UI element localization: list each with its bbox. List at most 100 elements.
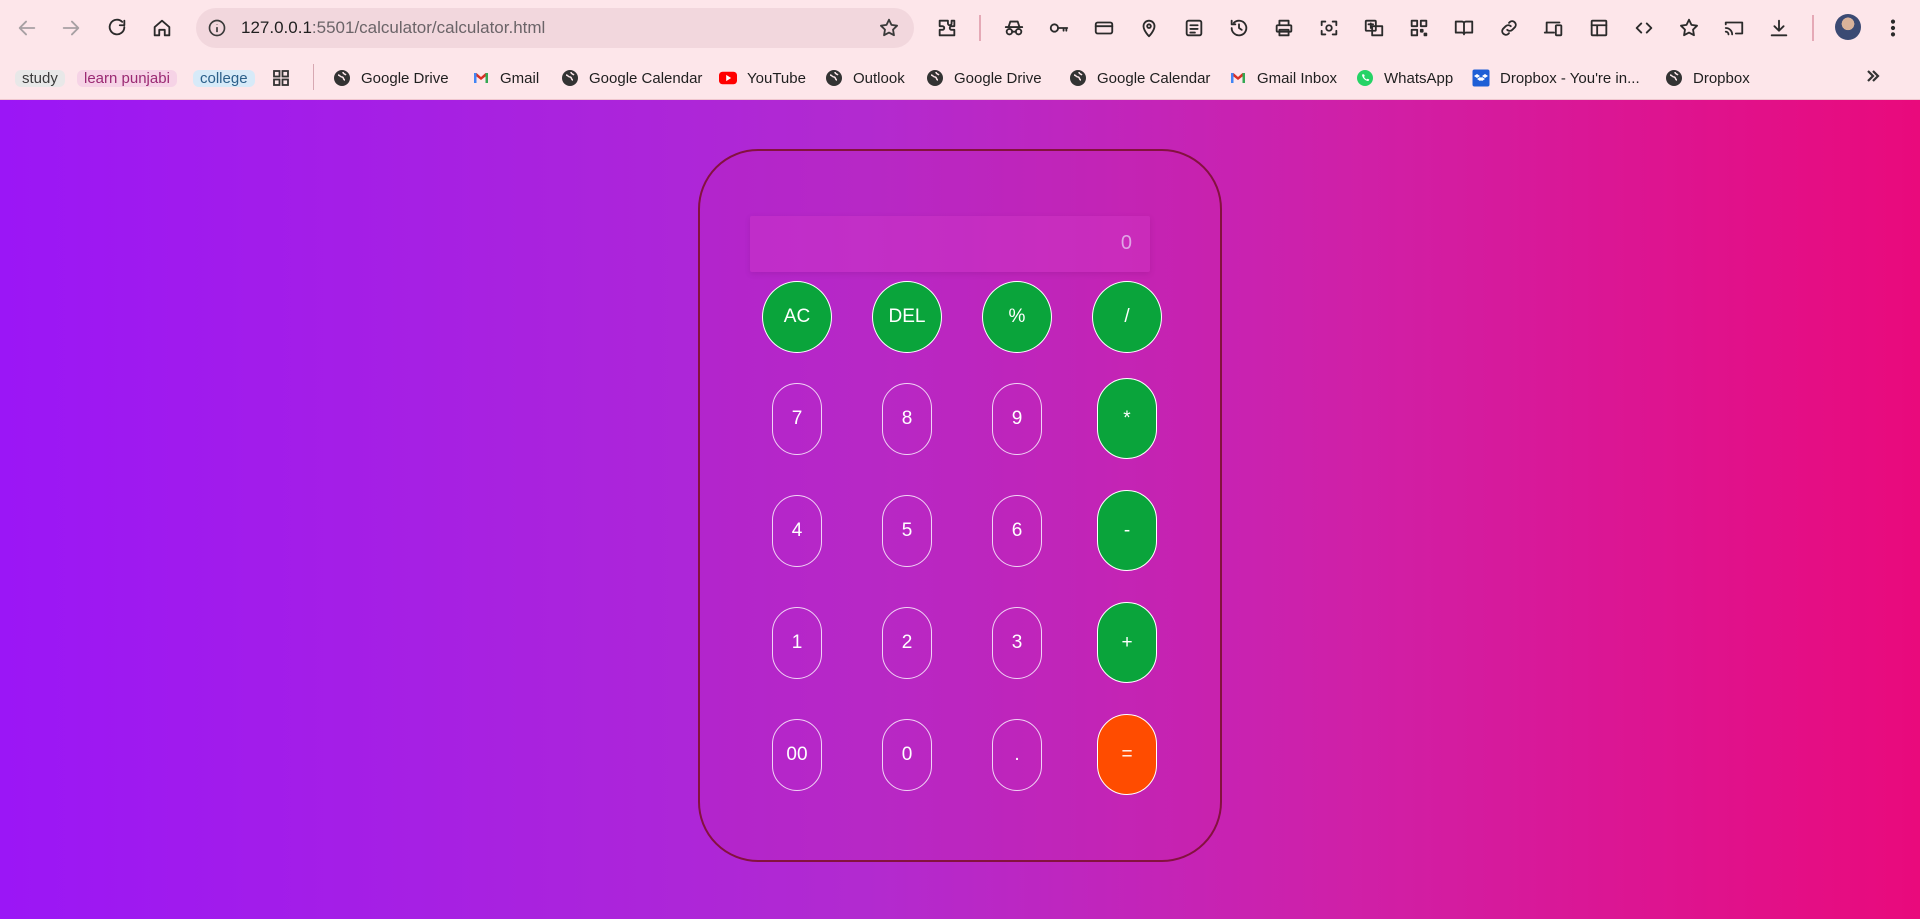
- dropbox-icon: [1472, 69, 1490, 87]
- globe-icon: [926, 69, 944, 87]
- bookmark-gmail[interactable]: Gmail: [472, 64, 539, 92]
- globe-icon: [1069, 69, 1087, 87]
- digit-2-button[interactable]: 2: [882, 607, 932, 679]
- bookmark-label: Gmail: [500, 69, 540, 87]
- display-value: 0: [1120, 232, 1132, 254]
- toolbar-separator: [1812, 15, 1814, 41]
- bookmark-label: Google Drive: [361, 69, 449, 87]
- gmail-icon: [1229, 69, 1247, 87]
- globe-icon: [561, 69, 579, 87]
- digit-0-button[interactable]: 0: [882, 719, 932, 791]
- bookmark-label: study: [15, 69, 65, 87]
- reload-icon[interactable]: [101, 12, 133, 44]
- bookmark-gmail-inbox[interactable]: Gmail Inbox: [1229, 64, 1337, 92]
- cast-icon[interactable]: [1718, 12, 1750, 44]
- lens-icon[interactable]: [1313, 12, 1345, 44]
- bookmark-college[interactable]: college: [193, 64, 255, 92]
- site-info-icon[interactable]: [206, 17, 228, 39]
- digit-1-button[interactable]: 1: [772, 607, 822, 679]
- bookmark-learn-punjabi[interactable]: learn punjabi: [77, 64, 177, 92]
- gmail-icon: [472, 69, 490, 87]
- bookmark-label: Outlook: [853, 69, 905, 87]
- digit-6-button[interactable]: 6: [992, 495, 1042, 567]
- bookmark-google-calendar[interactable]: Google Calendar: [561, 64, 702, 92]
- bookmark-dropbox[interactable]: Dropbox: [1665, 64, 1750, 92]
- bookmarks-separator: [313, 64, 314, 90]
- bookmark-label: YouTube: [747, 69, 806, 87]
- globe-icon: [825, 69, 843, 87]
- print-icon[interactable]: [1268, 12, 1300, 44]
- decimal-point-button[interactable]: .: [992, 719, 1042, 791]
- devices-icon[interactable]: [1538, 12, 1570, 44]
- bookmark-label: Dropbox - You're in...: [1500, 69, 1640, 87]
- digit-3-button[interactable]: 3: [992, 607, 1042, 679]
- bookmark-google-drive-2[interactable]: Google Drive: [926, 64, 1042, 92]
- url-text: 127.0.0.1:5501/calculator/calculator.htm…: [241, 18, 545, 38]
- url-path: :5501/calculator/calculator.html: [311, 18, 546, 37]
- calculator-display: 0: [750, 216, 1150, 272]
- digit-4-button[interactable]: 4: [772, 495, 822, 567]
- bookmarks-star-icon[interactable]: [1673, 12, 1705, 44]
- extensions-icon[interactable]: [931, 12, 963, 44]
- url-host: 127.0.0.1: [241, 18, 312, 37]
- side-panel-icon[interactable]: [1583, 12, 1615, 44]
- digit-5-button[interactable]: 5: [882, 495, 932, 567]
- forward-icon[interactable]: [55, 12, 87, 44]
- browser-toolbar: 127.0.0.1:5501/calculator/calculator.htm…: [0, 0, 1920, 56]
- reader-mode-icon[interactable]: [1448, 12, 1480, 44]
- location-pin-icon[interactable]: [1133, 12, 1165, 44]
- translate-icon[interactable]: [1358, 12, 1390, 44]
- minus-button[interactable]: -: [1097, 490, 1157, 571]
- digit-9-button[interactable]: 9: [992, 383, 1042, 455]
- plus-button[interactable]: +: [1097, 602, 1157, 683]
- bookmark-google-drive[interactable]: Google Drive: [333, 64, 449, 92]
- whatsapp-icon: [1356, 69, 1374, 87]
- bookmark-whatsapp[interactable]: WhatsApp: [1356, 64, 1453, 92]
- digit-8-button[interactable]: 8: [882, 383, 932, 455]
- all-clear-button[interactable]: AC: [762, 281, 832, 353]
- bookmark-label: Google Calendar: [589, 69, 703, 87]
- address-bar[interactable]: 127.0.0.1:5501/calculator/calculator.htm…: [196, 8, 914, 48]
- digit-7-button[interactable]: 7: [772, 383, 822, 455]
- bookmark-label: Dropbox: [1693, 69, 1750, 87]
- page-viewport: 0 AC DEL % / 7 8 9 * 4 5 6 - 1 2 3 + 00 …: [0, 100, 1920, 919]
- double-zero-button[interactable]: 00: [772, 719, 822, 791]
- back-icon[interactable]: [11, 12, 43, 44]
- profile-avatar[interactable]: [1835, 14, 1861, 40]
- download-icon[interactable]: [1763, 12, 1795, 44]
- apps-grid-icon[interactable]: [272, 64, 300, 92]
- bookmark-star-icon[interactable]: [878, 17, 900, 39]
- globe-icon: [333, 69, 351, 87]
- key-icon[interactable]: [1043, 12, 1075, 44]
- bookmark-label: Gmail Inbox: [1257, 69, 1338, 87]
- multiply-button[interactable]: *: [1097, 378, 1157, 459]
- history-icon[interactable]: [1223, 12, 1255, 44]
- equals-button[interactable]: =: [1097, 714, 1157, 795]
- more-bookmarks-chevron-icon[interactable]: [1862, 63, 1884, 89]
- bookmark-dropbox-youre-in[interactable]: Dropbox - You're in...: [1472, 64, 1640, 92]
- menu-icon[interactable]: [1877, 12, 1909, 44]
- code-icon[interactable]: [1628, 12, 1660, 44]
- reading-list-icon[interactable]: [1178, 12, 1210, 44]
- toolbar-separator: [979, 15, 981, 41]
- bookmark-label: WhatsApp: [1384, 69, 1454, 87]
- delete-button[interactable]: DEL: [872, 281, 942, 353]
- calculator: 0 AC DEL % / 7 8 9 * 4 5 6 - 1 2 3 + 00 …: [698, 149, 1222, 862]
- globe-icon: [1665, 69, 1683, 87]
- youtube-icon: [719, 69, 737, 87]
- percent-button[interactable]: %: [982, 281, 1052, 353]
- bookmark-youtube[interactable]: YouTube: [719, 64, 806, 92]
- link-icon[interactable]: [1493, 12, 1525, 44]
- bookmark-label: college: [193, 69, 255, 87]
- card-icon[interactable]: [1088, 12, 1120, 44]
- bookmark-label: Google Drive: [954, 69, 1042, 87]
- incognito-icon[interactable]: [998, 12, 1030, 44]
- bookmark-study[interactable]: study: [15, 64, 65, 92]
- home-icon[interactable]: [146, 12, 178, 44]
- bookmark-google-calendar-2[interactable]: Google Calendar: [1069, 64, 1210, 92]
- bookmark-label: Google Calendar: [1097, 69, 1211, 87]
- bookmark-outlook[interactable]: Outlook: [825, 64, 905, 92]
- bookmark-label: learn punjabi: [77, 69, 177, 87]
- divide-button[interactable]: /: [1092, 281, 1162, 353]
- qr-code-icon[interactable]: [1403, 12, 1435, 44]
